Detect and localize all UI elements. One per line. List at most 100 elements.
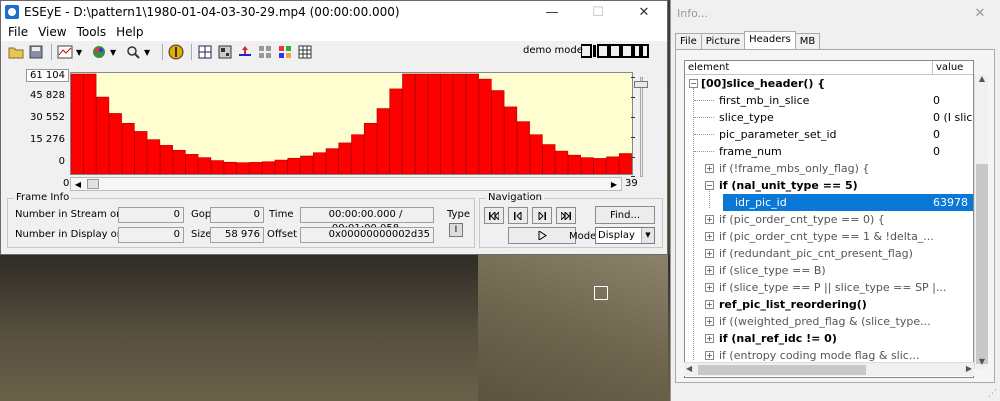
tree-vertical-scrollbar[interactable]: ▲ ▼ [974, 74, 988, 369]
tree-row[interactable]: + if (pic_order_cnt_type == 1 & !delta_.… [685, 228, 973, 245]
expand-icon[interactable]: + [705, 164, 714, 173]
frame-size-bar[interactable] [159, 145, 173, 174]
tree-row[interactable]: frame_num 0 [685, 143, 973, 160]
move-arrows-icon[interactable] [236, 43, 254, 61]
tree-row[interactable]: slice_type 0 (I slice [685, 109, 973, 126]
vertical-zoom-slider[interactable] [631, 73, 651, 183]
tree-row[interactable]: − if (nal_unit_type == 5) [685, 177, 973, 194]
frame-size-bar[interactable] [580, 157, 594, 174]
frame-size-bar[interactable] [567, 154, 581, 174]
frame-size-bar[interactable] [312, 152, 326, 174]
frame-size-bar[interactable] [555, 150, 569, 174]
column-element-header[interactable]: element [685, 61, 933, 74]
frame-size-bar[interactable] [147, 139, 161, 174]
menu-help[interactable]: Help [111, 25, 148, 39]
scrollbar-thumb[interactable] [87, 179, 99, 189]
tree-row[interactable]: + if ((weighted_pred_flag & (slice_type.… [685, 313, 973, 330]
scrollbar-thumb[interactable] [698, 365, 866, 375]
tree-row[interactable]: pic_parameter_set_id 0 [685, 126, 973, 143]
chevron-down-icon[interactable]: ▼ [641, 228, 654, 243]
column-value-header[interactable]: value [933, 61, 963, 74]
frame-size-bar[interactable] [185, 154, 199, 174]
frame-size-bar[interactable] [618, 153, 632, 174]
scroll-right-icon[interactable]: ▶ [607, 178, 621, 190]
frame-size-bar[interactable] [504, 106, 518, 174]
tree-row[interactable]: + ref_pic_list_reordering() [685, 296, 973, 313]
frame-size-bar[interactable] [274, 159, 288, 174]
frame-size-bar[interactable] [210, 160, 224, 174]
frame-size-bar[interactable] [325, 148, 339, 174]
frame-size-bar[interactable] [223, 161, 237, 174]
expand-icon[interactable]: + [705, 300, 714, 309]
expand-icon[interactable]: + [705, 215, 714, 224]
open-folder-icon[interactable] [7, 43, 25, 61]
expand-icon[interactable]: + [705, 249, 714, 258]
frame-size-bar[interactable] [414, 73, 428, 174]
maximize-button[interactable]: ☐ [575, 1, 621, 23]
frame-size-bar[interactable] [389, 88, 403, 174]
chart-plot-area[interactable] [70, 72, 633, 175]
save-icon[interactable] [27, 43, 45, 61]
minimize-button[interactable]: — [529, 1, 575, 23]
tree-row[interactable]: + if (nal_ref_idc != 0) [685, 330, 973, 347]
frame-size-bar[interactable] [287, 157, 301, 174]
collapse-icon[interactable]: − [689, 79, 698, 88]
scroll-left-icon[interactable]: ◀ [686, 364, 692, 373]
frame-size-bar[interactable] [338, 142, 352, 174]
expand-icon[interactable]: + [705, 334, 714, 343]
close-icon[interactable]: ✕ [960, 6, 1000, 21]
tree-row[interactable]: − [00]slice_header() { [685, 75, 973, 92]
tiles-icon[interactable] [256, 43, 274, 61]
frame-size-bar[interactable] [606, 156, 620, 174]
tree-row[interactable]: + if (redundant_pic_cnt_present_flag) [685, 245, 973, 262]
frame-size-bar[interactable] [453, 73, 467, 174]
frame-size-bar[interactable] [198, 157, 212, 174]
menu-file[interactable]: File [3, 25, 33, 39]
close-button[interactable]: ✕ [621, 1, 667, 23]
frame-size-bar[interactable] [593, 158, 607, 174]
expand-icon[interactable]: + [705, 266, 714, 275]
scroll-right-icon[interactable]: ▶ [966, 364, 972, 373]
tree-row[interactable]: + if (pic_order_cnt_type == 0) { [685, 211, 973, 228]
frame-size-bar[interactable] [108, 113, 122, 174]
frame-size-bar[interactable] [96, 96, 110, 174]
tab-picture[interactable]: Picture [700, 33, 746, 49]
frame-size-bar[interactable] [427, 73, 441, 174]
chart-horizontal-scrollbar[interactable]: ◀ ▶ [70, 177, 622, 191]
frame-size-bar[interactable] [261, 161, 275, 174]
tree-row[interactable]: + if (!frame_mbs_only_flag) { [685, 160, 973, 177]
frame-size-bar[interactable] [402, 73, 416, 174]
tab-headers[interactable]: Headers [744, 31, 796, 49]
frame-size-bar[interactable] [236, 162, 250, 174]
frame-size-bar[interactable] [249, 162, 263, 174]
scroll-left-icon[interactable]: ◀ [71, 178, 85, 190]
color-palette-icon[interactable] [90, 43, 108, 61]
slider-knob[interactable] [634, 81, 648, 88]
frame-size-bar[interactable] [529, 134, 543, 174]
mode-select[interactable]: Display ▼ [595, 227, 655, 244]
chevron-down-icon[interactable]: ▼ [110, 48, 120, 57]
frame-size-bar[interactable] [134, 131, 148, 174]
menu-tools[interactable]: Tools [72, 25, 112, 39]
prev-frame-button[interactable] [508, 207, 528, 224]
frame-size-bar[interactable] [71, 73, 84, 174]
frame-size-bar[interactable] [83, 73, 97, 174]
expand-icon[interactable]: + [705, 283, 714, 292]
first-frame-button[interactable] [484, 207, 504, 224]
tree-row[interactable]: + if (slice_type == B) [685, 262, 973, 279]
tree-row-selected[interactable]: idr_pic_id 63978 [685, 194, 973, 211]
frame-size-bar[interactable] [351, 134, 365, 174]
tree-horizontal-scrollbar[interactable]: ◀ ▶ [684, 362, 974, 376]
frame-size-bar[interactable] [121, 122, 135, 174]
scrollbar-thumb[interactable] [976, 164, 988, 364]
zoom-icon[interactable] [124, 43, 142, 61]
marker-icon[interactable] [167, 43, 185, 61]
frame-size-bar[interactable] [300, 155, 314, 174]
header-tree[interactable]: element value − [00]slice_header() { fir… [684, 60, 974, 378]
frame-size-bar[interactable] [363, 122, 377, 174]
scroll-up-icon[interactable]: ▲ [975, 74, 989, 86]
frame-size-bar[interactable] [491, 90, 505, 174]
tab-mb[interactable]: MB [794, 33, 821, 49]
macroblock-grid-icon[interactable] [296, 43, 314, 61]
frame-size-bar[interactable] [465, 73, 479, 174]
